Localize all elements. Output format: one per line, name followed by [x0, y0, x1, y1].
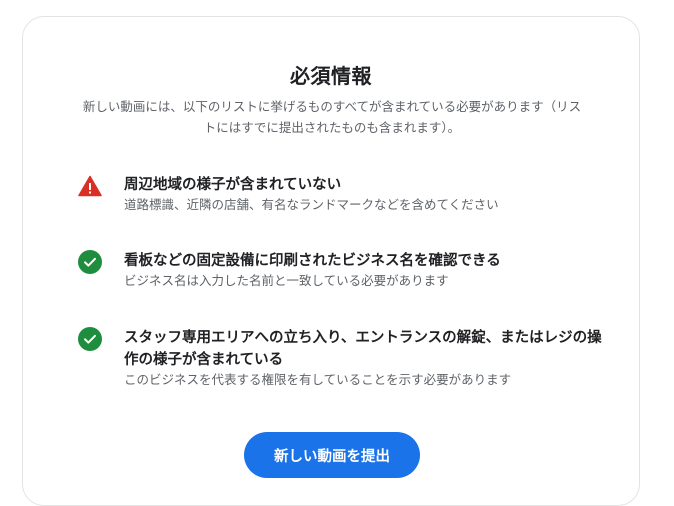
- submit-new-video-button[interactable]: 新しい動画を提出: [244, 432, 420, 478]
- requirements-card: 必須情報 新しい動画には、以下のリストに挙げるものすべてが含まれている必要があり…: [22, 16, 640, 506]
- requirement-title: 看板などの固定設備に印刷されたビジネス名を確認できる: [124, 253, 501, 269]
- warning-triangle-icon: [78, 174, 102, 198]
- check-circle-icon: [78, 250, 102, 274]
- requirement-description: このビジネスを代表する権限を有していることを示す必要があります: [124, 372, 512, 387]
- requirement-description: 道路標識、近隣の店舗、有名なランドマークなどを含めてください: [124, 197, 499, 212]
- check-circle-icon: [78, 327, 102, 351]
- requirement-description: ビジネス名は入力した名前と一致している必要があります: [124, 273, 449, 288]
- requirement-title: スタッフ専用エリアへの立ち入り、エントランスの解錠、またはレジの操作の様子が含ま…: [124, 330, 602, 368]
- card-title: 必須情報: [290, 64, 372, 88]
- requirement-title: 周辺地域の様子が含まれていない: [124, 177, 342, 193]
- card-intro: 新しい動画には、以下のリストに挙げるものすべてが含まれている必要があります（リス…: [82, 99, 582, 135]
